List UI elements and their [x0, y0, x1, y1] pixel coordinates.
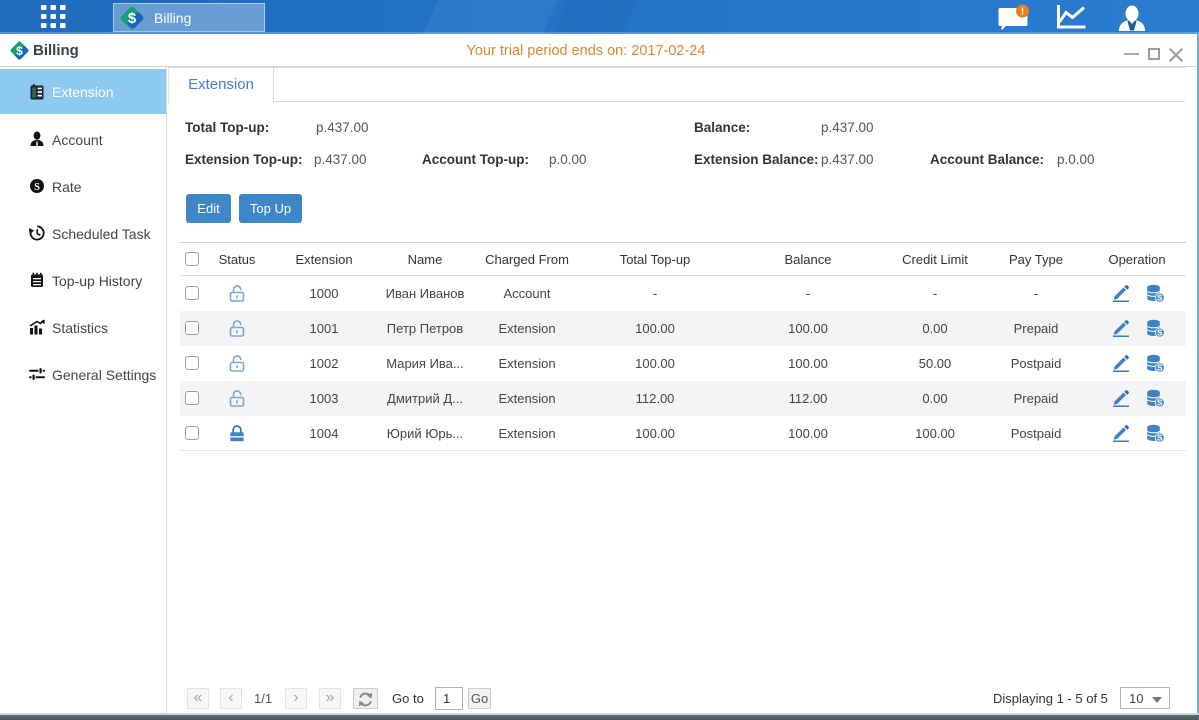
svg-text:S: S — [34, 182, 40, 193]
svg-text:S: S — [1157, 329, 1163, 338]
svg-text:S: S — [1157, 434, 1163, 443]
svg-text:S: S — [1157, 364, 1163, 373]
svg-text:!: ! — [1021, 7, 1024, 18]
svg-text:S: S — [1157, 399, 1163, 408]
svg-text:S: S — [1157, 294, 1163, 303]
svg-text:$: $ — [128, 10, 137, 27]
